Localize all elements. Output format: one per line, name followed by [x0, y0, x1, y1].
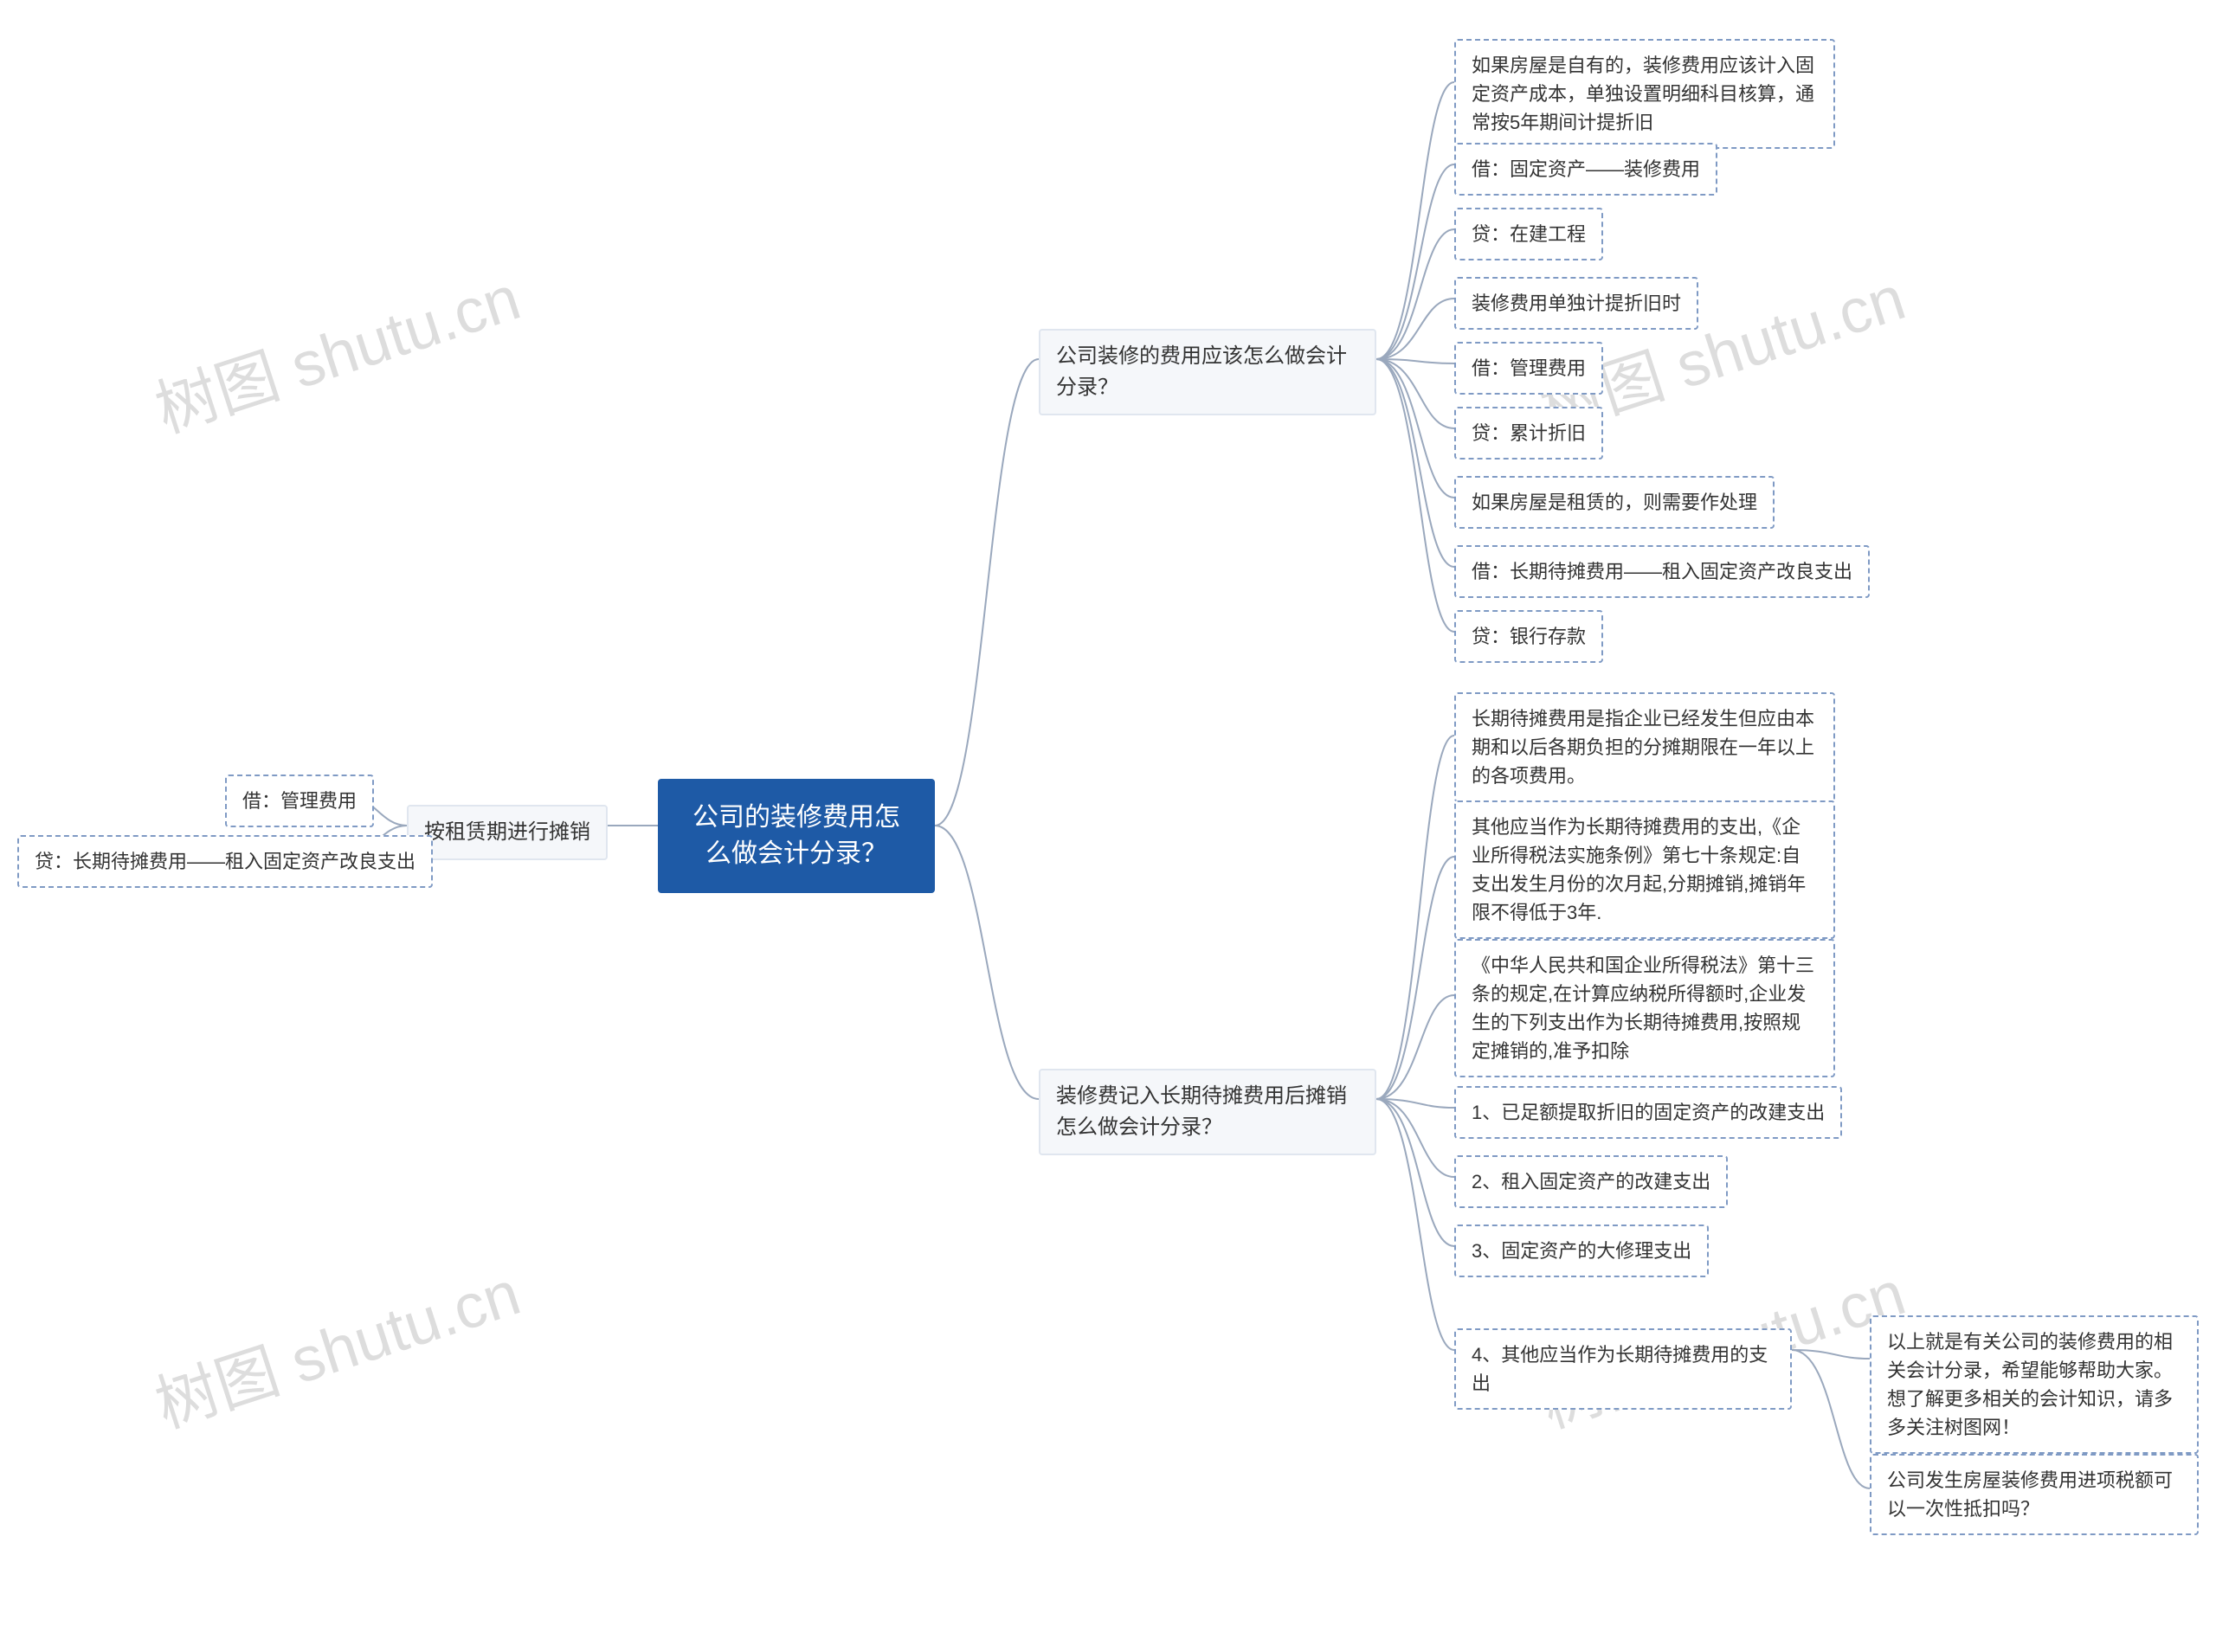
b1-leaf-8[interactable]: 借：长期待摊费用——租入固定资产改良支出 [1454, 545, 1870, 598]
left-leaf-debit[interactable]: 借：管理费用 [225, 775, 374, 827]
watermark: 树图 shutu.cn [142, 1242, 529, 1445]
b2-leaf-3[interactable]: 《中华人民共和国企业所得税法》第十三条的规定,在计算应纳税所得额时,企业发生的下… [1454, 939, 1835, 1077]
b1-leaf-9[interactable]: 贷：银行存款 [1454, 610, 1603, 663]
b1-leaf-6[interactable]: 贷：累计折旧 [1454, 407, 1603, 460]
b2-leaf-7[interactable]: 4、其他应当作为长期待摊费用的支出 [1454, 1328, 1792, 1410]
right-branch-2[interactable]: 装修费记入长期待摊费用后摊销怎么做会计分录？ [1039, 1069, 1376, 1155]
b1-leaf-5[interactable]: 借：管理费用 [1454, 342, 1603, 395]
b2-leaf-4[interactable]: 1、已足额提取折旧的固定资产的改建支出 [1454, 1086, 1842, 1139]
left-leaf-credit[interactable]: 贷：长期待摊费用——租入固定资产改良支出 [17, 835, 433, 888]
b2-7-grandchild-1[interactable]: 以上就是有关公司的装修费用的相关会计分录，希望能够帮助大家。想了解更多相关的会计… [1870, 1315, 2199, 1454]
b2-leaf-2[interactable]: 其他应当作为长期待摊费用的支出,《企业所得税法实施条例》第七十条规定:自支出发生… [1454, 800, 1835, 939]
b2-leaf-1[interactable]: 长期待摊费用是指企业已经发生但应由本期和以后各期负担的分摊期限在一年以上的各项费… [1454, 692, 1835, 802]
b2-leaf-6[interactable]: 3、固定资产的大修理支出 [1454, 1225, 1709, 1277]
b2-7-grandchild-2[interactable]: 公司发生房屋装修费用进项税额可以一次性抵扣吗？ [1870, 1454, 2199, 1535]
b1-leaf-3[interactable]: 贷：在建工程 [1454, 208, 1603, 260]
watermark: 树图 shutu.cn [142, 247, 529, 450]
b1-leaf-7[interactable]: 如果房屋是租赁的，则需要作处理 [1454, 476, 1775, 529]
b1-leaf-2[interactable]: 借：固定资产——装修费用 [1454, 143, 1717, 196]
right-branch-1[interactable]: 公司装修的费用应该怎么做会计分录？ [1039, 329, 1376, 415]
b2-leaf-5[interactable]: 2、租入固定资产的改建支出 [1454, 1155, 1728, 1208]
mindmap-canvas: 树图 shutu.cn 树图 shutu.cn 树图 shutu.cn 树图 s… [0, 0, 2216, 1652]
b1-leaf-1[interactable]: 如果房屋是自有的，装修费用应该计入固定资产成本，单独设置明细科目核算，通常按5年… [1454, 39, 1835, 149]
left-branch[interactable]: 按租赁期进行摊销 [407, 805, 608, 860]
b1-leaf-4[interactable]: 装修费用单独计提折旧时 [1454, 277, 1698, 330]
root-node[interactable]: 公司的装修费用怎么做会计分录？ [658, 779, 935, 893]
